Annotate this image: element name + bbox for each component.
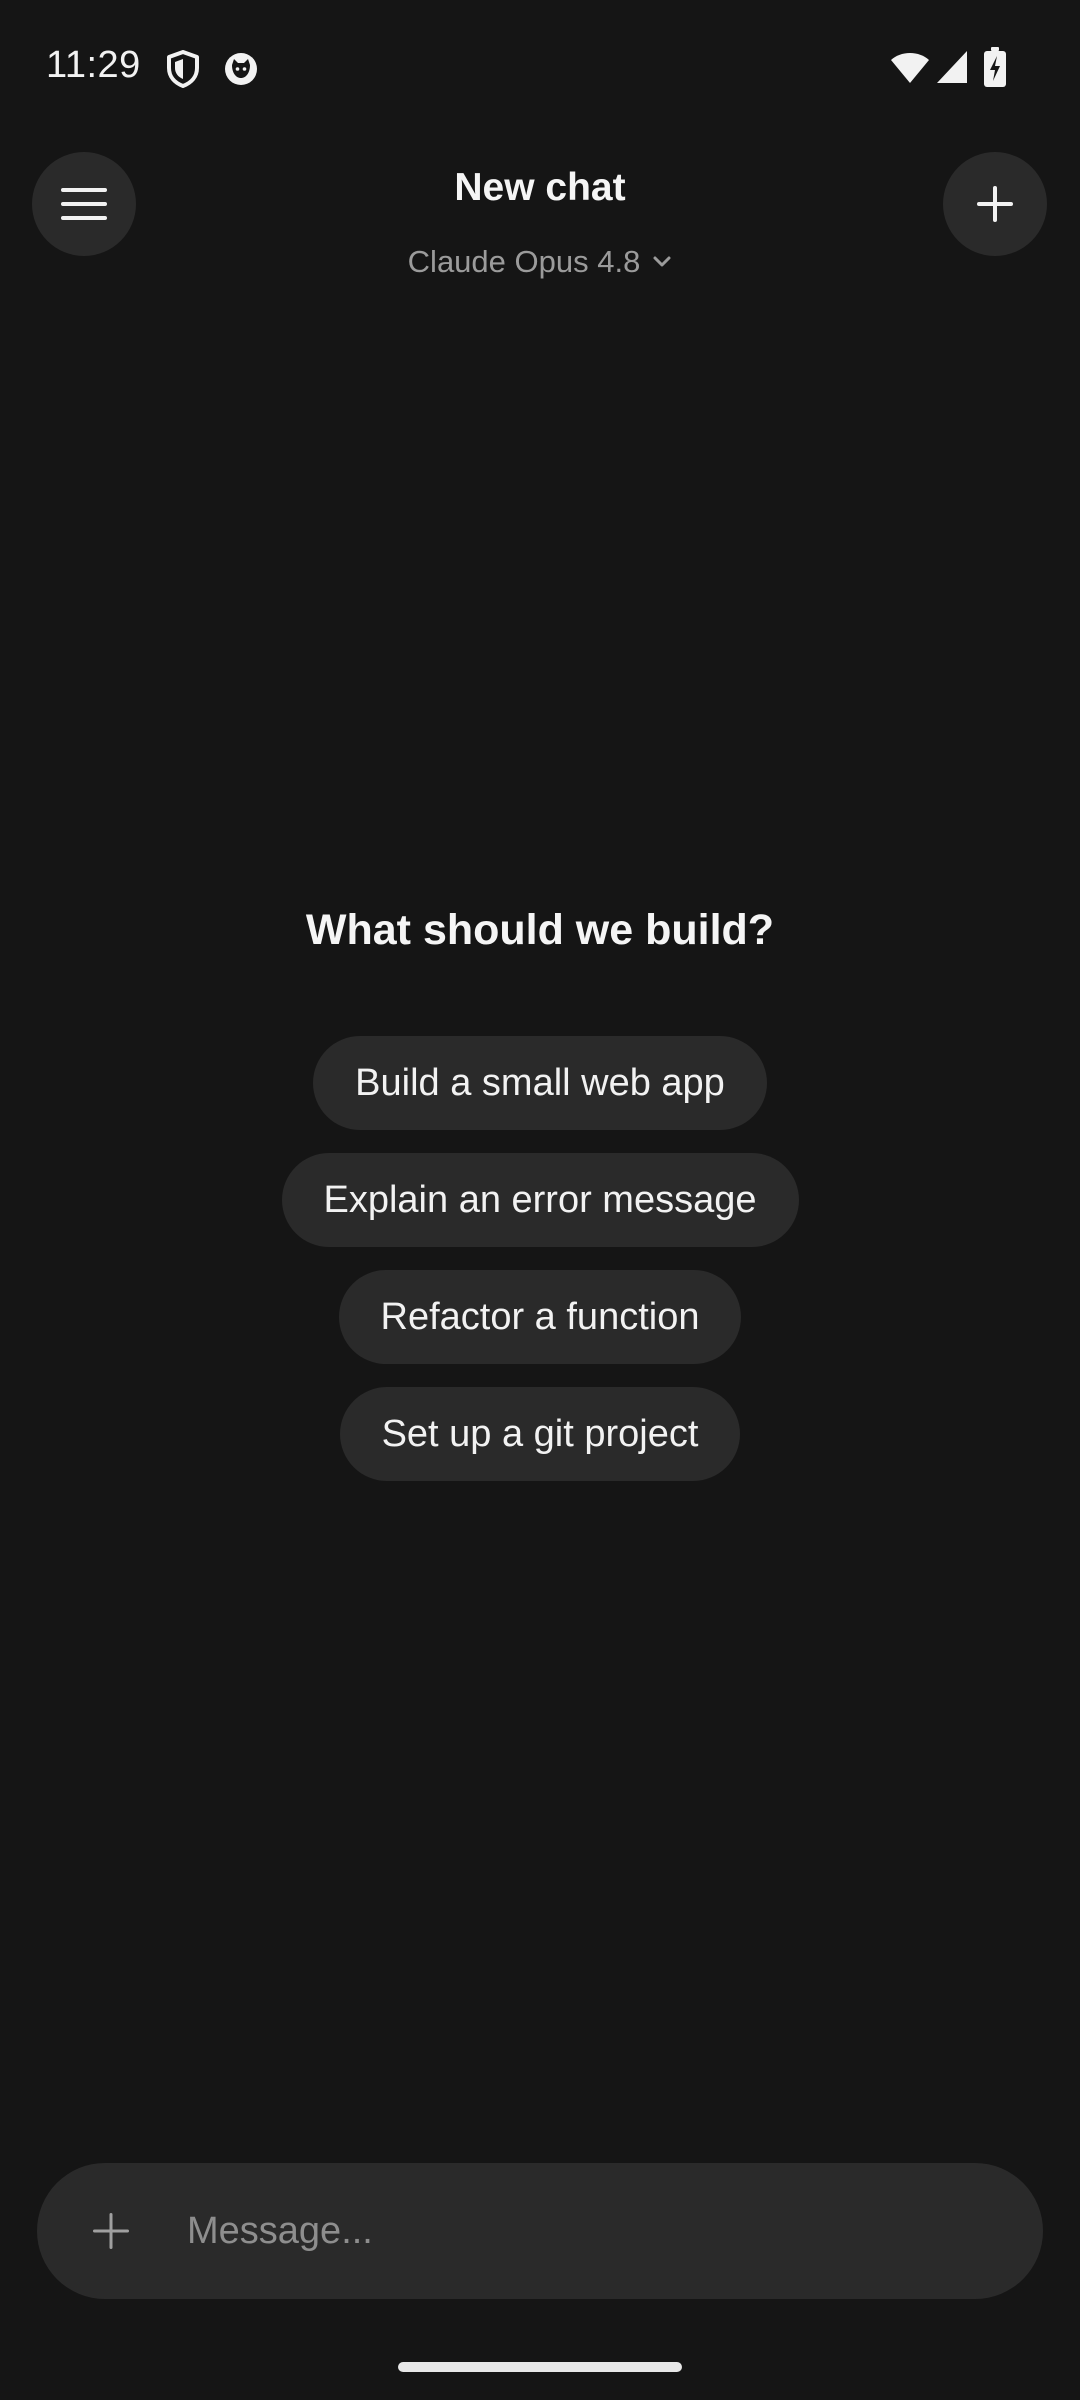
app-screen: 11:29 New chat Claude Opus 4.8 What shou… [0, 0, 1080, 2400]
status-time: 11:29 [46, 44, 141, 86]
attach-button[interactable] [75, 2195, 147, 2267]
model-label: Claude Opus 4.8 [407, 244, 641, 279]
model-selector[interactable]: Claude Opus 4.8 [0, 244, 1080, 280]
new-chat-button[interactable] [943, 152, 1047, 256]
battery-charging-icon [984, 47, 1006, 87]
cell-signal-icon [937, 51, 967, 83]
message-input[interactable] [185, 2208, 1003, 2254]
suggestion-list: Build a small web app Explain an error m… [0, 1036, 1080, 1481]
suggestion-chip-explain-error[interactable]: Explain an error message [281, 1153, 799, 1247]
wifi-icon [891, 53, 929, 83]
chevron-down-icon [653, 256, 671, 267]
plus-icon [977, 186, 1013, 222]
shield-icon [167, 50, 199, 88]
cat-face-icon [225, 53, 257, 85]
home-gesture-bar[interactable] [398, 2362, 682, 2372]
status-bar: 11:29 [0, 0, 1080, 136]
suggestion-chip-git-project[interactable]: Set up a git project [339, 1387, 741, 1481]
suggestion-chip-build-web-app[interactable]: Build a small web app [313, 1036, 767, 1130]
suggestion-chip-refactor-function[interactable]: Refactor a function [338, 1270, 742, 1364]
message-composer [37, 2163, 1043, 2299]
plus-icon [93, 2213, 129, 2249]
prompt-heading: What should we build? [305, 906, 775, 954]
page-title: New chat [454, 166, 626, 209]
